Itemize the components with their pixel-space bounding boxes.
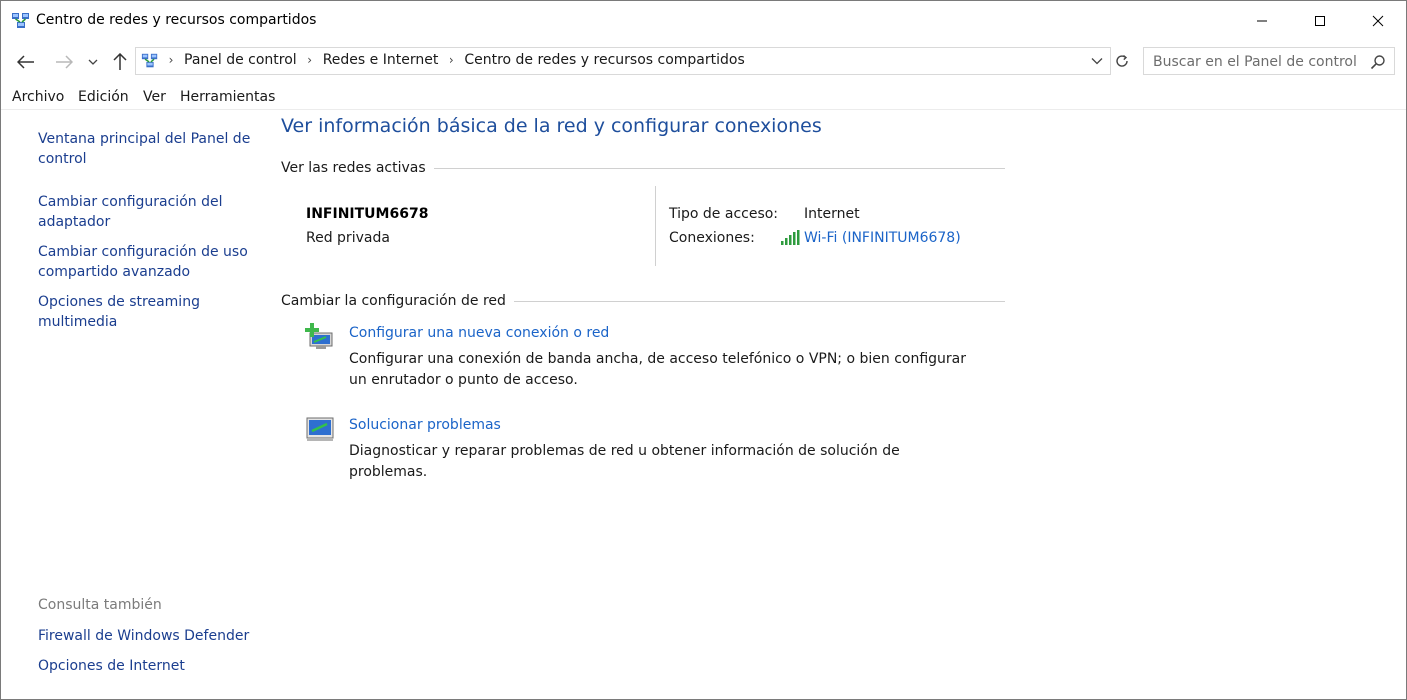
setup-connection-description: Configurar una conexión de banda ancha, …	[349, 351, 967, 388]
forward-button[interactable]	[51, 49, 77, 75]
minimize-icon	[1257, 20, 1267, 22]
back-button[interactable]	[13, 49, 39, 75]
refresh-button[interactable]	[1111, 49, 1133, 73]
chevron-down-icon	[1091, 58, 1103, 65]
sidebar-link-control-panel-home[interactable]: Ventana principal del Panel de control	[38, 129, 253, 169]
network-center-icon	[12, 13, 29, 28]
sidebar-link-internet-options[interactable]: Opciones de Internet	[38, 656, 253, 676]
close-button[interactable]	[1349, 1, 1407, 41]
chevron-right-icon[interactable]: ›	[442, 53, 460, 67]
title-bar: Centro de redes y recursos compartidos	[1, 1, 1406, 41]
menu-bar: Archivo Edición Ver Herramientas	[1, 85, 1406, 110]
breadcrumb-item[interactable]: Redes e Internet	[319, 52, 443, 68]
chevron-down-icon	[88, 59, 98, 65]
maximize-button[interactable]	[1291, 1, 1349, 41]
sidebar-link-advanced-sharing[interactable]: Cambiar configuración de uso compartido …	[38, 242, 253, 282]
maximize-icon	[1315, 16, 1325, 26]
search-input[interactable]	[1153, 53, 1358, 71]
recent-locations-button[interactable]	[82, 49, 104, 75]
sidebar-link-adapter-settings[interactable]: Cambiar configuración del adaptador	[38, 192, 253, 232]
section-title: Ver las redes activas	[281, 160, 426, 176]
chevron-right-icon[interactable]: ›	[162, 53, 180, 67]
refresh-icon	[1116, 54, 1128, 67]
page-title: Ver información básica de la red y confi…	[281, 115, 822, 137]
troubleshoot-icon	[306, 417, 334, 441]
divider	[655, 186, 656, 266]
access-type-label: Tipo de acceso:	[669, 206, 779, 222]
section-title: Cambiar la configuración de red	[281, 293, 506, 309]
troubleshoot-description: Diagnosticar y reparar problemas de red …	[349, 443, 900, 480]
search-icon[interactable]	[1370, 54, 1386, 70]
breadcrumb: › Panel de control › Redes e Internet › …	[162, 52, 749, 68]
wifi-connection-link[interactable]: Wi-Fi (INFINITUM6678)	[804, 230, 961, 246]
up-button[interactable]	[107, 49, 133, 75]
wifi-signal-icon	[781, 230, 800, 245]
arrow-right-icon	[56, 55, 73, 69]
sidebar-link-media-streaming[interactable]: Opciones de streaming multimedia	[38, 292, 213, 332]
menu-archivo[interactable]: Archivo	[12, 89, 64, 105]
troubleshoot-link[interactable]: Solucionar problemas	[349, 417, 501, 433]
divider	[433, 167, 1005, 169]
minimize-button[interactable]	[1233, 1, 1291, 41]
arrow-up-icon	[113, 53, 127, 70]
connections-label: Conexiones:	[669, 230, 755, 246]
network-type[interactable]: Red privada	[306, 230, 390, 246]
see-also-heading: Consulta también	[38, 597, 162, 613]
window: Centro de redes y recursos compartidos ›…	[0, 0, 1407, 700]
window-title: Centro de redes y recursos compartidos	[36, 12, 317, 28]
search-box[interactable]	[1143, 47, 1395, 75]
new-connection-icon	[305, 323, 333, 349]
menu-ver[interactable]: Ver	[143, 89, 166, 105]
control-panel-icon	[141, 53, 158, 68]
chevron-right-icon[interactable]: ›	[301, 53, 319, 67]
arrow-left-icon	[17, 55, 34, 69]
access-type-value: Internet	[804, 206, 860, 222]
address-bar[interactable]: › Panel de control › Redes e Internet › …	[135, 47, 1111, 75]
change-settings-header: Cambiar la configuración de red	[281, 293, 1005, 309]
menu-herramientas[interactable]: Herramientas	[180, 89, 275, 105]
menu-edicion[interactable]: Edición	[78, 89, 129, 105]
setup-connection-link[interactable]: Configurar una nueva conexión o red	[349, 325, 609, 341]
breadcrumb-item[interactable]: Centro de redes y recursos compartidos	[460, 52, 748, 68]
breadcrumb-item[interactable]: Panel de control	[180, 52, 301, 68]
active-networks-header: Ver las redes activas	[281, 160, 1005, 176]
divider	[513, 300, 1005, 302]
network-name: INFINITUM6678	[306, 206, 429, 222]
sidebar-link-firewall[interactable]: Firewall de Windows Defender	[38, 626, 253, 646]
address-dropdown-button[interactable]	[1087, 51, 1107, 71]
close-icon	[1372, 15, 1384, 27]
